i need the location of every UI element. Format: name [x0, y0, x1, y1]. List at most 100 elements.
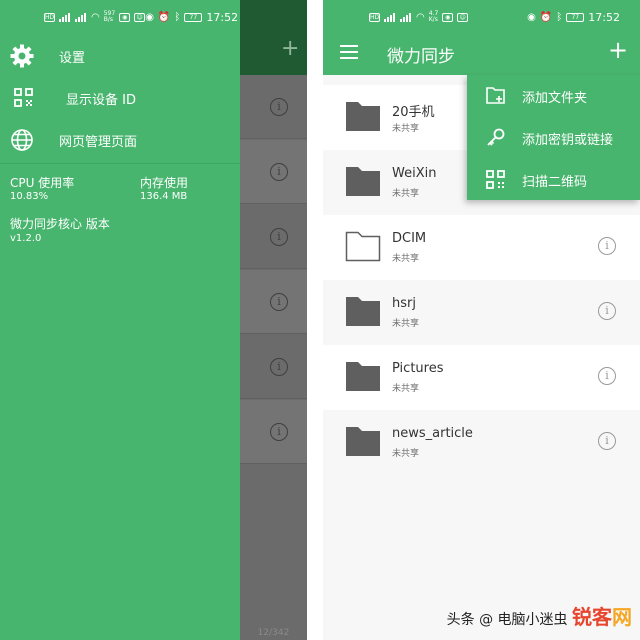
clock: 17:52 — [588, 10, 620, 24]
add-popup-menu: 添加文件夹 添加密钥或链接 扫描二维码 — [467, 75, 640, 200]
info-icon[interactable]: i — [598, 367, 616, 385]
folder-row[interactable]: Pictures 未共享 i — [323, 345, 640, 410]
dimmed-row: i — [240, 140, 307, 204]
alarm-icon: ⏰ — [539, 11, 553, 23]
dimmed-row: i — [240, 205, 307, 269]
folder-status: 未共享 — [392, 254, 420, 264]
cpu-usage-value: 10.83% — [10, 191, 49, 202]
dimmed-row: i — [240, 400, 307, 464]
drawer-item-settings[interactable]: 设置 — [0, 35, 240, 77]
menu-item-add-folder[interactable]: 添加文件夹 — [467, 75, 640, 117]
qq-icon: ☺ — [134, 12, 146, 22]
gear-icon — [10, 44, 34, 68]
signal-icon — [75, 12, 87, 22]
network-speed: 597 B/s — [103, 10, 116, 23]
add-folder-icon — [486, 87, 505, 104]
status-bar: HD ◠ 597 B/s ◉ ☺ ◉ ⏰ ᛒ 77 17:52 — [0, 0, 240, 34]
dimmed-add-icon: + — [281, 36, 300, 61]
add-icon[interactable]: + — [608, 38, 628, 62]
hd-icon: HD — [44, 12, 55, 22]
core-version-label: 微力同步核心 版本 — [10, 217, 110, 231]
bluetooth-icon: ᛒ — [556, 11, 563, 23]
info-icon: i — [270, 293, 288, 311]
folder-name: Pictures — [392, 361, 444, 376]
signal-icon — [400, 12, 412, 22]
folder-filled-icon — [346, 102, 380, 131]
left-phone-screen: + i i i i i i 12/342 HD ◠ 597 B/s ◉ ☺ ◉ … — [0, 0, 307, 640]
watermark: 头条 @ 电脑小迷虫 锐客网 — [447, 601, 632, 630]
signal-icon — [384, 12, 396, 22]
qr-code-icon — [14, 88, 33, 107]
folder-name: 20手机 — [392, 105, 435, 120]
menu-item-label: 扫描二维码 — [522, 175, 588, 190]
drawer-divider — [0, 163, 240, 164]
folder-outline-icon — [345, 231, 381, 262]
dimmed-row: i — [240, 75, 307, 139]
folder-row[interactable]: hsrj 未共享 i — [323, 280, 640, 345]
battery-icon: 77 — [566, 12, 585, 22]
wifi-icon: ◠ — [91, 11, 100, 23]
wifi-icon: ◠ — [416, 11, 425, 23]
drawer-item-device-id[interactable]: 显示设备 ID — [0, 77, 240, 119]
dimmed-folder-list: i i i i i i — [240, 75, 307, 640]
bluetooth-icon: ᛒ — [174, 11, 181, 23]
eye-icon: ◉ — [145, 11, 154, 23]
info-icon[interactable]: i — [598, 302, 616, 320]
info-icon: i — [270, 163, 288, 181]
key-icon — [487, 128, 505, 146]
battery-icon: 77 — [184, 12, 203, 22]
memory-usage-label: 内存使用 — [140, 176, 189, 190]
watermark-brand-suffix: 网 — [612, 605, 632, 629]
info-icon: i — [270, 358, 288, 376]
right-phone-screen: HD ◠ 4.7 K/s ◉ ☺ ◉ ⏰ ᛒ 77 17:52 微力同步 + 2… — [323, 0, 640, 640]
watermark-prefix: 头条 — [446, 612, 475, 628]
menu-item-scan-qr[interactable]: 扫描二维码 — [467, 159, 640, 201]
app-bar: HD ◠ 4.7 K/s ◉ ☺ ◉ ⏰ ᛒ 77 17:52 微力同步 + — [323, 0, 640, 75]
globe-icon — [11, 129, 33, 151]
watermark-at: @ — [479, 612, 494, 628]
info-icon[interactable]: i — [598, 432, 616, 450]
drawer-item-label: 网页管理页面 — [59, 134, 138, 150]
drawer-item-web-admin[interactable]: 网页管理页面 — [0, 119, 240, 161]
qq-icon: ☺ — [457, 12, 469, 22]
hd-icon: HD — [369, 12, 380, 22]
navigation-drawer: HD ◠ 597 B/s ◉ ☺ ◉ ⏰ ᛒ 77 17:52 设置 显示设备 … — [0, 0, 240, 640]
clock: 17:52 — [206, 10, 239, 24]
eye-icon: ◉ — [527, 11, 536, 23]
folder-name: news_article — [392, 426, 473, 441]
signal-icon — [59, 12, 71, 22]
qr-scan-icon — [486, 170, 505, 189]
app-notification-icon: ◉ — [119, 12, 131, 22]
folder-status: 未共享 — [392, 319, 420, 329]
cpu-usage-label: CPU 使用率 — [10, 176, 75, 190]
dimmed-row: i — [240, 335, 307, 399]
app-title: 微力同步 — [387, 47, 455, 67]
core-version-value: v1.2.0 — [10, 233, 42, 244]
menu-item-add-key[interactable]: 添加密钥或链接 — [467, 117, 640, 159]
watermark-author: 电脑小迷虫 — [497, 612, 568, 628]
info-icon: i — [270, 228, 288, 246]
folder-row[interactable]: news_article 未共享 i — [323, 410, 640, 475]
folder-filled-icon — [346, 362, 380, 391]
memory-usage-value: 136.4 MB — [140, 191, 188, 202]
folder-status: 未共享 — [392, 384, 420, 394]
network-speed: 4.7 K/s — [428, 10, 439, 23]
drawer-item-label: 显示设备 ID — [66, 92, 136, 108]
folder-status: 未共享 — [392, 124, 420, 134]
menu-item-label: 添加文件夹 — [522, 91, 588, 106]
hamburger-icon[interactable] — [340, 45, 358, 59]
drawer-item-label: 设置 — [59, 50, 86, 66]
folder-filled-icon — [346, 167, 380, 196]
menu-item-label: 添加密钥或链接 — [522, 133, 614, 148]
folder-status: 未共享 — [392, 189, 420, 199]
dimmed-row: i — [240, 270, 307, 334]
folder-row[interactable]: DCIM 未共享 i — [323, 215, 640, 280]
folder-name: WeiXin — [392, 166, 437, 181]
watermark-brand: 锐客 — [572, 605, 612, 629]
alarm-icon: ⏰ — [157, 11, 171, 23]
folder-filled-icon — [346, 297, 380, 326]
info-icon[interactable]: i — [598, 237, 616, 255]
folder-name: hsrj — [392, 296, 416, 311]
info-icon: i — [270, 98, 288, 116]
folder-status: 未共享 — [392, 449, 420, 459]
